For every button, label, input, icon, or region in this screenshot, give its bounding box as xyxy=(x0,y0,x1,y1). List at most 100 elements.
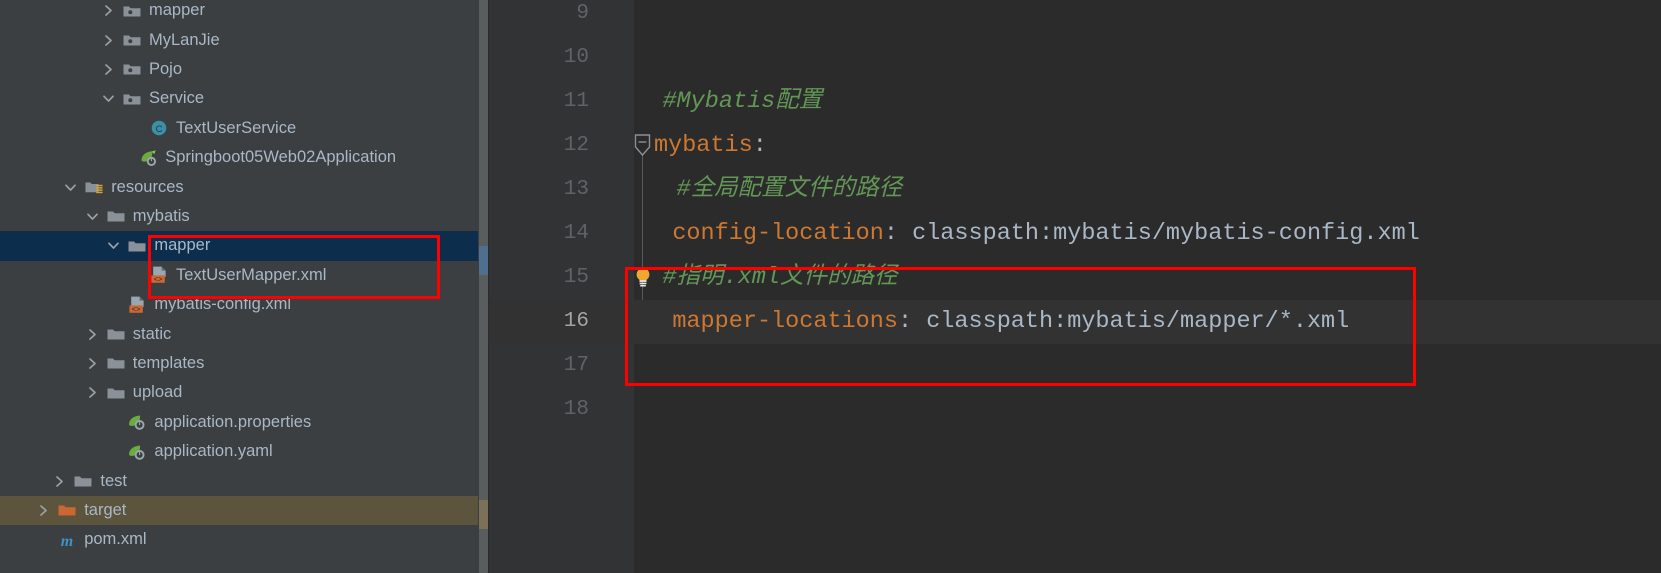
code-editor[interactable]: 9 10 11 12 13 14 15 16 17 18 #Mybatis配置 mybatis: #全… xyxy=(489,0,1661,573)
chevron-down-icon[interactable] xyxy=(101,91,116,106)
tree-row-label: mybatis xyxy=(132,206,190,225)
code-token-val: classpath:mybatis/mapper/*.xml xyxy=(926,308,1350,335)
tree-row-pom-xml[interactable]: m pom.xml xyxy=(0,525,489,554)
tree-row-label: static xyxy=(132,324,172,343)
code-token-punc: : xyxy=(752,132,767,159)
svg-text:m: m xyxy=(61,533,73,550)
folder-icon xyxy=(73,471,93,491)
maven-icon: m xyxy=(57,530,77,550)
tree-row-label: test xyxy=(100,471,127,490)
folder-icon xyxy=(127,236,147,256)
code-token-val: classpath:mybatis/mybatis-config.xml xyxy=(912,220,1420,247)
chevron-down-icon[interactable] xyxy=(85,209,100,224)
code-token-key: mapper-locations xyxy=(672,308,898,335)
folder-icon xyxy=(106,324,126,344)
tree-row-label: target xyxy=(84,500,127,519)
spring-config-icon xyxy=(127,442,147,462)
tree-row-label: TextUserMapper.xml xyxy=(176,265,327,284)
tree-row-mybatis-config-xml[interactable]: <> mybatis-config.xml xyxy=(0,290,489,319)
tree-row-label: Springboot05Web02Application xyxy=(165,148,397,167)
code-token-punc: : xyxy=(897,308,927,335)
tree-row-label: application.yaml xyxy=(154,442,273,461)
code-line-11[interactable]: #Mybatis配置 xyxy=(662,80,822,124)
line-number-18: 18 xyxy=(563,398,589,421)
code-token-key: config-location xyxy=(672,220,884,247)
code-token-cmt: #指明.xml文件的路径 xyxy=(662,264,898,291)
code-line-12[interactable]: mybatis: xyxy=(654,124,767,168)
excluded-folder-icon xyxy=(57,500,77,520)
package-folder-icon xyxy=(122,59,142,79)
tree-row-resources[interactable]: resources xyxy=(0,172,489,201)
tree-row-label: resources xyxy=(111,177,184,196)
tree-row-application-properties[interactable]: application.properties xyxy=(0,408,489,437)
svg-text:<>: <> xyxy=(154,277,163,285)
chevron-right-icon[interactable] xyxy=(52,474,67,489)
line-number-12: 12 xyxy=(563,134,589,157)
spring-config-icon xyxy=(127,412,147,432)
chevron-right-icon[interactable] xyxy=(85,385,100,400)
tree-row-test[interactable]: test xyxy=(0,466,489,495)
project-tool-window[interactable]: mapper MyLanJie Pojo Service C TextUserServic… xyxy=(0,0,489,573)
code-area[interactable]: #Mybatis配置 mybatis: #全局配置文件的路径 config-locat… xyxy=(634,0,1661,573)
xml-file-icon: <> xyxy=(149,265,169,285)
tree-row-label: MyLanJie xyxy=(149,30,220,49)
tree-row-label: TextUserService xyxy=(176,118,297,137)
code-line-14[interactable]: config-location: classpath:mybatis/mybat… xyxy=(672,212,1419,256)
svg-text:C: C xyxy=(156,124,163,135)
tree-row-label: pom.xml xyxy=(84,530,147,549)
xml-file-icon: <> xyxy=(127,295,147,315)
tree-row-mapper[interactable]: mapper xyxy=(0,231,489,261)
java-class-icon: C xyxy=(149,118,169,138)
chevron-right-icon[interactable] xyxy=(36,503,51,518)
scrollbar-target-marker xyxy=(479,500,488,529)
line-number-16: 16 xyxy=(563,310,589,333)
tree-row-mapper[interactable]: mapper xyxy=(0,0,489,25)
code-line-13[interactable]: #全局配置文件的路径 xyxy=(677,168,903,212)
sidebar-scrollbar-thumb[interactable] xyxy=(479,0,488,573)
tree-row-pojo[interactable]: Pojo xyxy=(0,55,489,84)
tree-row-application-yaml[interactable]: application.yaml xyxy=(0,437,489,466)
resources-folder-icon xyxy=(84,177,104,197)
tree-row-upload[interactable]: upload xyxy=(0,378,489,407)
line-number-9: 9 xyxy=(576,2,589,25)
package-folder-icon xyxy=(122,89,142,109)
tree-row-target[interactable]: target xyxy=(0,495,489,526)
chevron-right-icon[interactable] xyxy=(85,327,100,342)
tree-row-label: mybatis-config.xml xyxy=(154,295,292,314)
tree-row-label: Service xyxy=(149,89,205,108)
package-folder-icon xyxy=(122,1,142,21)
tree-row-label: Pojo xyxy=(149,59,183,78)
editor-gutter[interactable]: 9 10 11 12 13 14 15 16 17 18 xyxy=(489,0,651,573)
tree-row-label: upload xyxy=(132,383,183,402)
tree-row-service[interactable]: Service xyxy=(0,84,489,113)
line-number-17: 17 xyxy=(563,354,589,377)
line-number-10: 10 xyxy=(563,46,589,69)
chevron-right-icon[interactable] xyxy=(101,3,116,18)
tree-row-static[interactable]: static xyxy=(0,319,489,348)
scrollbar-selection-marker xyxy=(479,246,488,275)
line-number-13: 13 xyxy=(563,178,589,201)
chevron-right-icon[interactable] xyxy=(101,62,116,77)
chevron-right-icon[interactable] xyxy=(101,33,116,48)
code-line-16[interactable]: mapper-locations: classpath:mybatis/mapp… xyxy=(672,300,1349,344)
ide-window: mapper MyLanJie Pojo Service C TextUserServic… xyxy=(0,0,1661,573)
line-number-14: 14 xyxy=(563,222,589,245)
chevron-down-icon[interactable] xyxy=(106,238,121,253)
tree-row-templates[interactable]: templates xyxy=(0,349,489,378)
intention-bulb-icon[interactable] xyxy=(634,266,652,288)
tree-row-mylanjie[interactable]: MyLanJie xyxy=(0,25,489,54)
folder-icon xyxy=(106,353,126,373)
svg-text:<>: <> xyxy=(132,306,141,314)
tree-row-springboot05web02application[interactable]: Springboot05Web02Application xyxy=(0,143,489,172)
code-line-15[interactable]: #指明.xml文件的路径 xyxy=(662,256,897,300)
chevron-right-icon[interactable] xyxy=(85,356,100,371)
chevron-down-icon[interactable] xyxy=(63,180,78,195)
tree-row-textuserservice[interactable]: C TextUserService xyxy=(0,114,489,143)
package-folder-icon xyxy=(122,30,142,50)
code-token-cmt: #Mybatis配置 xyxy=(662,88,823,115)
tree-row-mybatis[interactable]: mybatis xyxy=(0,202,489,231)
tree-row-textusermapper-xml[interactable]: <> TextUserMapper.xml xyxy=(0,261,489,290)
code-token-punc: : xyxy=(883,220,913,247)
tree-row-label: application.properties xyxy=(154,412,312,431)
spring-boot-app-icon xyxy=(138,148,158,168)
